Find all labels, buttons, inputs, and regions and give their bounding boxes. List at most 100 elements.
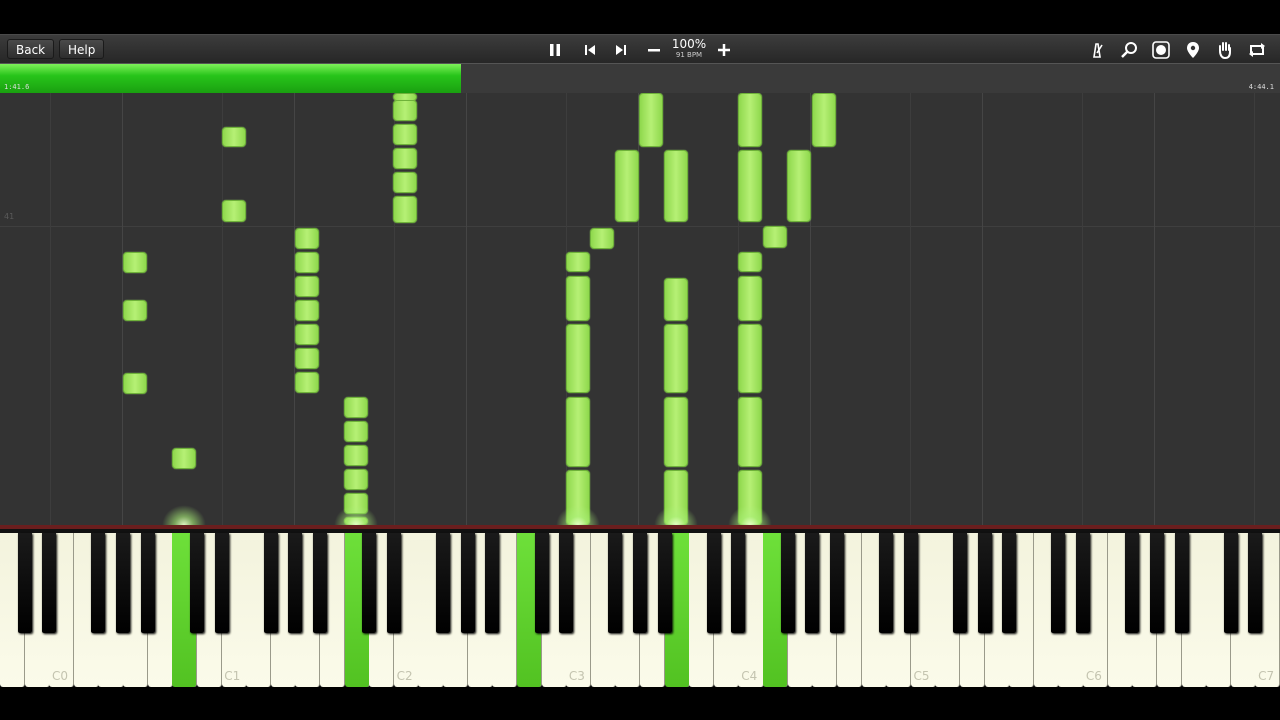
black-key[interactable]	[362, 533, 377, 633]
note-block	[566, 397, 590, 467]
current-time: 1:41.6	[4, 83, 30, 91]
black-key[interactable]	[263, 533, 278, 633]
toolbar: Back Help 100% 91 BPM	[0, 34, 1280, 64]
black-key[interactable]	[559, 533, 574, 633]
black-key[interactable]	[879, 533, 894, 633]
black-key[interactable]	[903, 533, 918, 633]
previous-button[interactable]	[577, 35, 603, 64]
black-key[interactable]	[140, 533, 155, 633]
black-key[interactable]	[386, 533, 401, 633]
grid-line	[50, 93, 51, 525]
black-key[interactable]	[91, 533, 106, 633]
skip-forward-icon	[616, 44, 626, 55]
note-block	[590, 228, 614, 249]
grid-line	[1154, 93, 1155, 525]
octave-label: C0	[52, 669, 69, 683]
black-key[interactable]	[706, 533, 721, 633]
black-key[interactable]	[1248, 533, 1263, 633]
help-button[interactable]: Help	[59, 39, 105, 59]
note-block	[295, 348, 319, 369]
hand-button[interactable]	[1212, 35, 1238, 64]
note-block	[738, 93, 762, 147]
note-block	[615, 150, 639, 222]
black-key[interactable]	[1174, 533, 1189, 633]
black-key[interactable]	[608, 533, 623, 633]
metronome-button[interactable]	[1084, 35, 1110, 64]
note-block	[664, 324, 688, 393]
note-block	[123, 373, 147, 394]
black-key[interactable]	[977, 533, 992, 633]
piano-keyboard: C0 C1 C2 C3 C4 C5 C6 C7	[0, 525, 1280, 687]
black-key[interactable]	[1076, 533, 1091, 633]
note-block	[222, 200, 246, 222]
note-block	[344, 397, 368, 418]
note-hit-sparkle	[654, 505, 698, 525]
black-key[interactable]	[485, 533, 500, 633]
note-block	[738, 150, 762, 222]
note-block	[738, 397, 762, 467]
black-key[interactable]	[953, 533, 967, 633]
black-key[interactable]	[1002, 533, 1017, 633]
black-key[interactable]	[116, 533, 131, 633]
plus-icon	[718, 43, 730, 56]
black-key[interactable]	[189, 533, 204, 633]
note-hit-sparkle	[728, 505, 772, 525]
note-block	[763, 226, 787, 248]
measure-line	[0, 226, 1280, 227]
black-key[interactable]	[42, 533, 57, 633]
location-pin-icon	[1187, 41, 1199, 58]
note-block	[738, 324, 762, 393]
labels-button[interactable]	[1148, 35, 1174, 64]
note-block	[295, 276, 319, 297]
back-button[interactable]: Back	[7, 39, 55, 59]
black-key[interactable]	[288, 533, 303, 633]
note-block	[123, 300, 147, 321]
octave-label: C4	[741, 669, 758, 683]
black-key[interactable]	[214, 533, 229, 633]
note-block	[787, 150, 811, 222]
zoom-in-button[interactable]	[711, 35, 737, 64]
black-key[interactable]	[436, 533, 451, 633]
grid-line	[1254, 93, 1255, 525]
black-key[interactable]	[534, 533, 549, 633]
black-key[interactable]	[1125, 533, 1140, 633]
black-key[interactable]	[1051, 533, 1066, 633]
location-button[interactable]	[1180, 35, 1206, 64]
note-block	[664, 278, 688, 321]
progress-fill	[0, 64, 461, 93]
black-key[interactable]	[805, 533, 820, 633]
progress-bar[interactable]: 1:41.6 4:44.1	[0, 63, 1280, 93]
black-key[interactable]	[17, 533, 32, 633]
black-key[interactable]	[657, 533, 672, 633]
black-key[interactable]	[1149, 533, 1164, 633]
black-key[interactable]	[313, 533, 327, 633]
black-key[interactable]	[731, 533, 746, 633]
black-key[interactable]	[780, 533, 795, 633]
total-time: 4:44.1	[1248, 83, 1274, 91]
hand-icon	[1219, 41, 1231, 59]
note-block	[738, 252, 762, 272]
note-block	[344, 421, 368, 442]
note-block	[295, 228, 319, 249]
note-block	[639, 93, 663, 147]
note-block	[393, 196, 417, 223]
note-hit-sparkle	[334, 505, 378, 525]
octave-label: C2	[396, 669, 413, 683]
search-button[interactable]	[1116, 35, 1142, 64]
octave-label: C5	[913, 669, 930, 683]
pause-button[interactable]	[542, 35, 568, 64]
octave-label: C6	[1085, 669, 1102, 683]
black-key[interactable]	[633, 533, 647, 633]
grid-line	[466, 93, 467, 525]
next-button[interactable]	[608, 35, 634, 64]
loop-button[interactable]	[1244, 35, 1270, 64]
note-block	[566, 252, 590, 272]
note-block	[738, 276, 762, 321]
note-block	[664, 150, 688, 222]
note-block	[123, 252, 147, 273]
black-key[interactable]	[1223, 533, 1238, 633]
zoom-out-button[interactable]	[641, 35, 667, 64]
black-key[interactable]	[460, 533, 475, 633]
minus-icon	[648, 48, 660, 51]
black-key[interactable]	[829, 533, 844, 633]
